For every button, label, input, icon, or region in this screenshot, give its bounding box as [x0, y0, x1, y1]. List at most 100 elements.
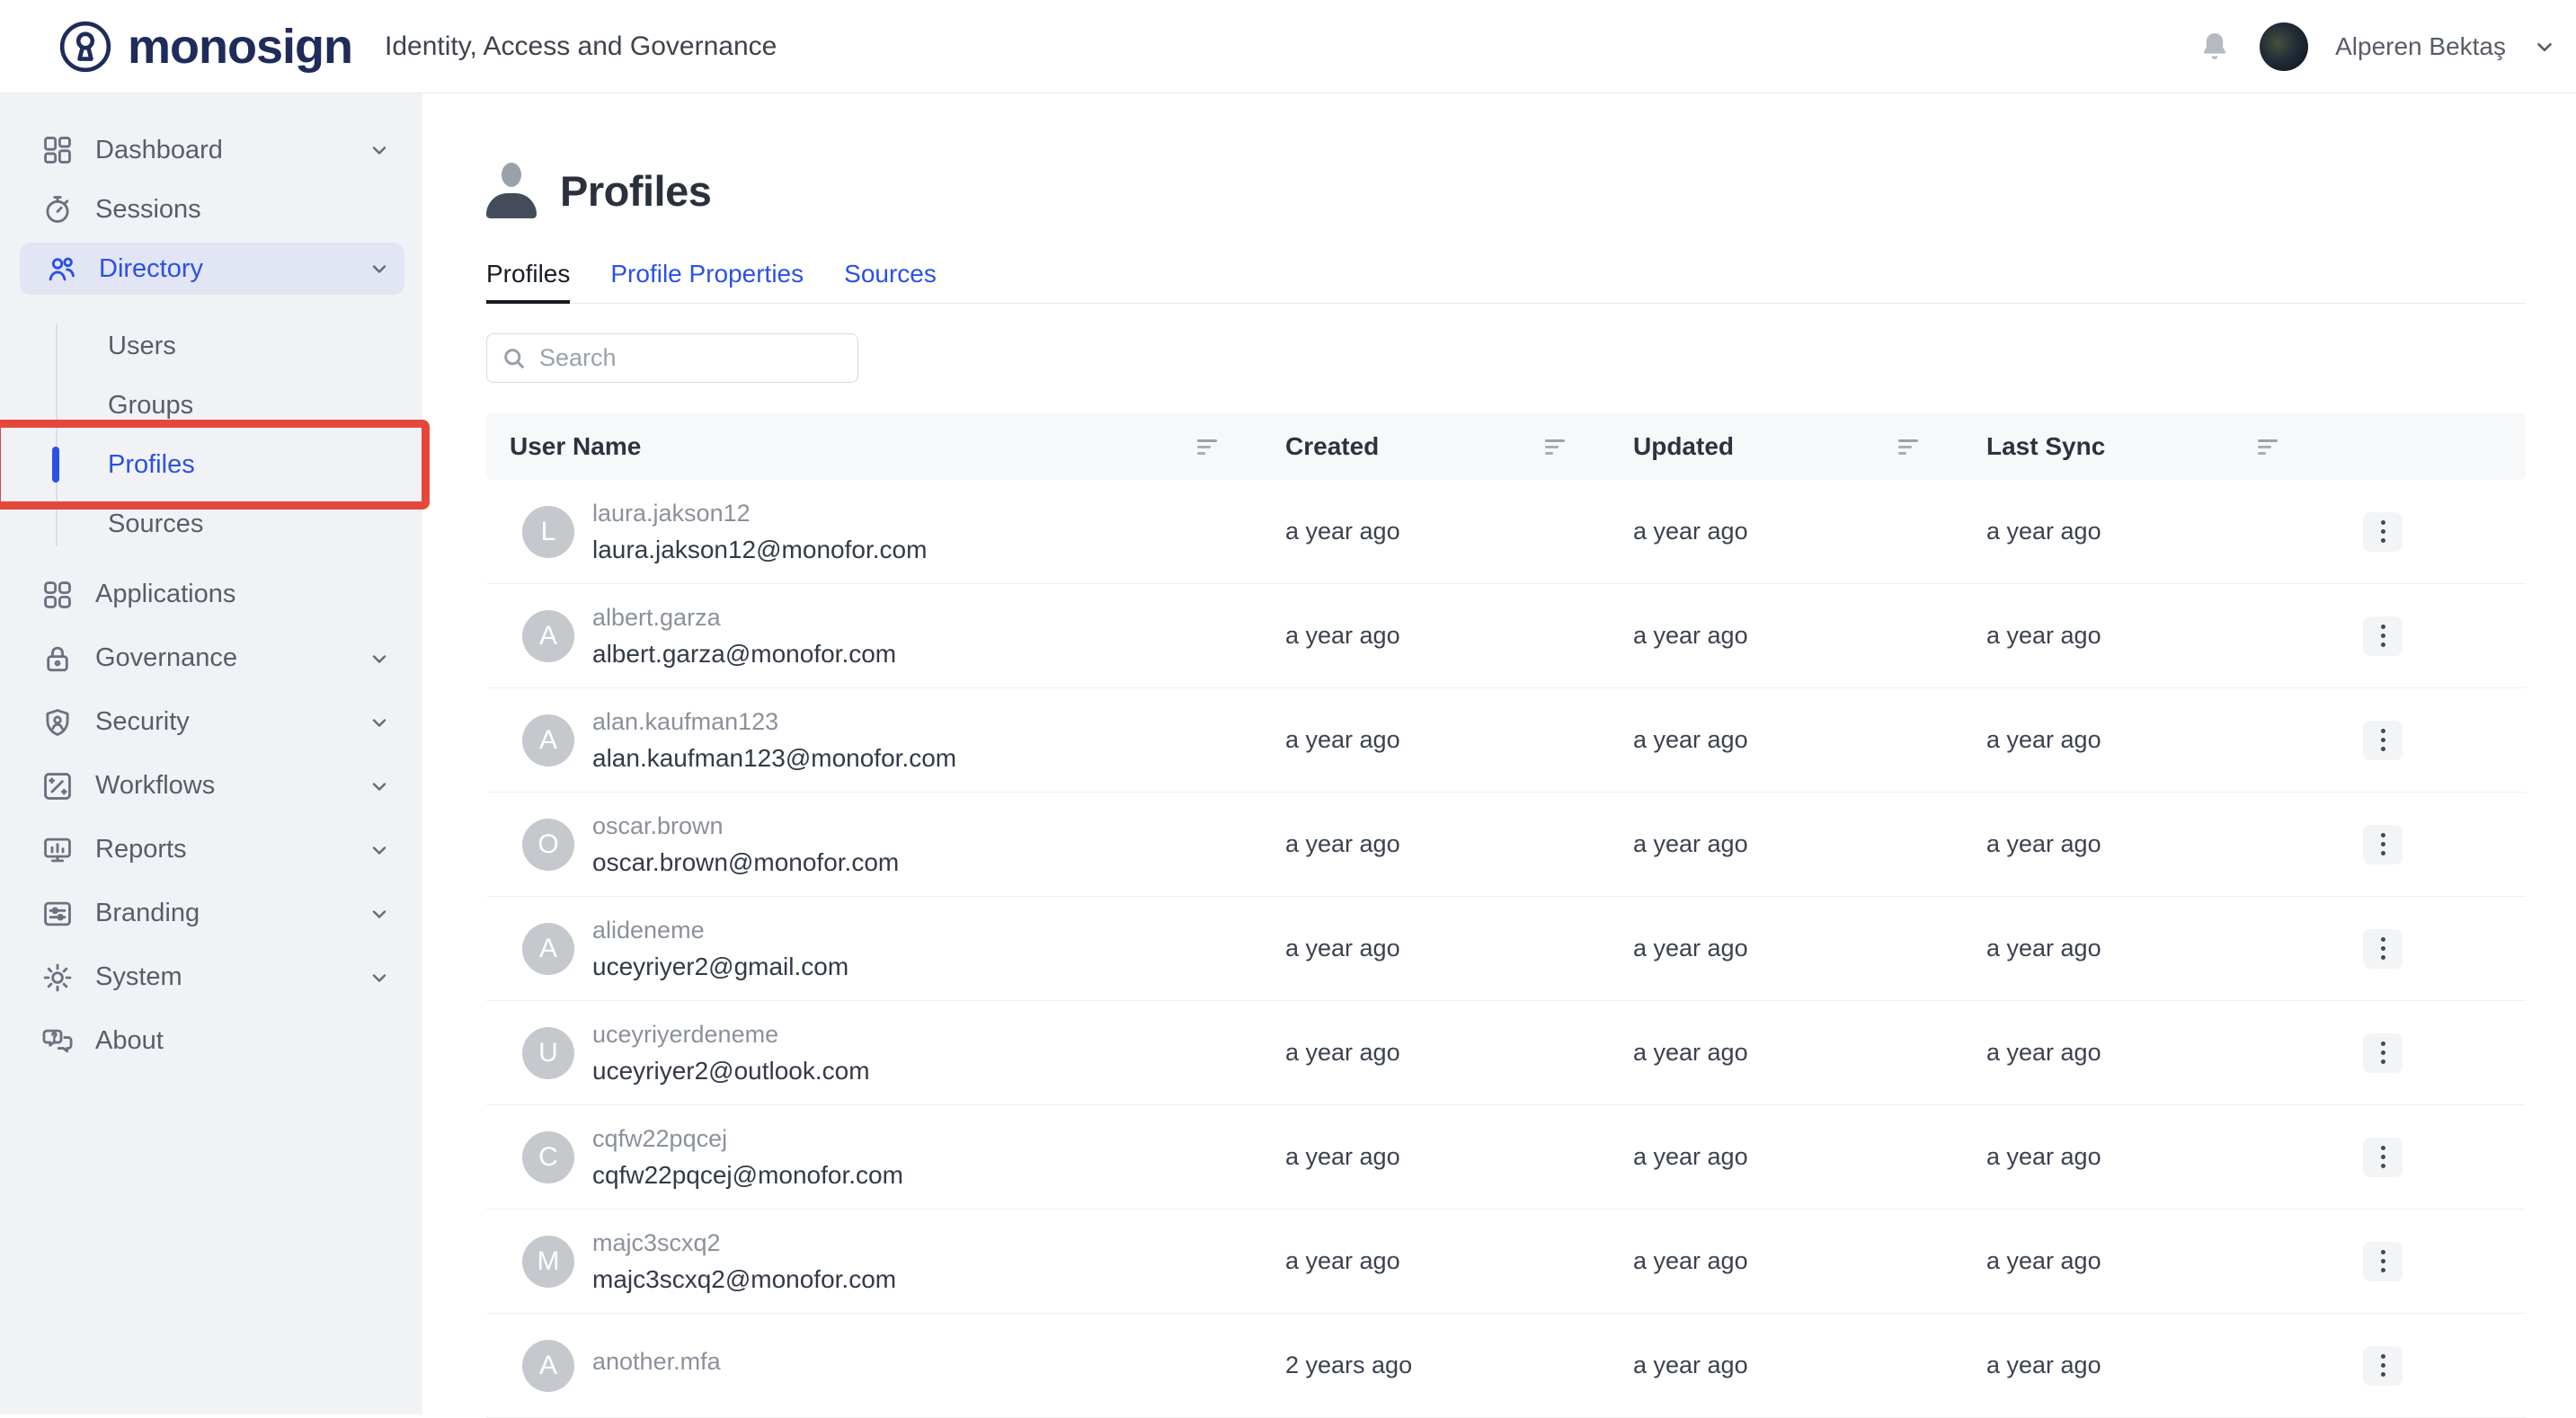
chevron-down-icon [369, 903, 390, 925]
sidebar-item-applications[interactable]: Applications [0, 563, 422, 626]
avatar: A [522, 610, 574, 662]
last-sync-cell: a year ago [1963, 1352, 2323, 1379]
kebab-menu-icon[interactable] [2363, 1138, 2403, 1177]
brand: monosign Identity, Access and Governance [58, 19, 777, 75]
kebab-menu-icon[interactable] [2363, 721, 2403, 760]
last-sync-cell: a year ago [1963, 1143, 2323, 1171]
kebab-menu-icon[interactable] [2363, 512, 2403, 552]
avatar: A [522, 714, 574, 767]
dashboard-icon [40, 132, 76, 168]
created-cell: a year ago [1262, 1143, 1610, 1171]
avatar: M [522, 1236, 574, 1288]
profiles-person-icon [486, 163, 537, 218]
updated-cell: a year ago [1610, 1352, 1963, 1379]
shield-user-icon [40, 705, 76, 740]
sidebar: DashboardSessionsDirectory Users GroupsPro… [0, 93, 422, 1414]
page-title-row: Profiles [486, 162, 2526, 219]
page-title: Profiles [560, 166, 711, 216]
brand-name: monosign [128, 22, 352, 71]
chevron-down-icon [369, 648, 390, 669]
sidebar-item-system[interactable]: System [0, 945, 422, 1009]
search-icon [502, 346, 527, 371]
user-cell: Aalbert.garza albert.garza@monofor.com [486, 604, 1262, 669]
avatar: C [522, 1131, 574, 1183]
sidebar-subitem-sources[interactable]: Sources [0, 494, 422, 554]
chevron-down-icon[interactable] [2533, 35, 2556, 58]
sidebar-item-label: About [95, 1026, 390, 1056]
kebab-menu-icon[interactable] [2363, 1242, 2403, 1281]
sidebar-item-dashboard[interactable]: Dashboard [0, 120, 422, 180]
kebab-menu-icon[interactable] [2363, 616, 2403, 656]
magic-wand-icon [40, 768, 76, 804]
table-row: Llaura.jakson12laura.jakson12@monofor.co… [486, 480, 2526, 584]
sidebar-item-label: System [95, 962, 369, 992]
sidebar-subitem-profiles[interactable]: Profiles [0, 435, 422, 494]
avatar: U [522, 1027, 574, 1079]
sidebar-item-about[interactable]: About [0, 1009, 422, 1073]
sidebar-item-branding[interactable]: Branding [0, 882, 422, 945]
table-row: Ccqfw22pqcejcqfw22pqcej@monofor.coma yea… [486, 1105, 2526, 1210]
sidebar-item-sessions[interactable]: Sessions [0, 180, 422, 239]
sort-icon[interactable] [1197, 439, 1219, 455]
sort-icon[interactable] [1898, 439, 1920, 455]
table-body: Llaura.jakson12laura.jakson12@monofor.co… [486, 480, 2526, 1418]
last-sync-cell: a year ago [1963, 518, 2323, 545]
brand-tagline: Identity, Access and Governance [385, 31, 777, 62]
last-sync-cell: a year ago [1963, 622, 2323, 650]
last-sync-cell: a year ago [1963, 935, 2323, 962]
sidebar-item-directory[interactable]: Directory [20, 243, 404, 295]
sidebar-item-label: Branding [95, 899, 369, 928]
search-input[interactable] [537, 343, 843, 373]
sidebar-subitem-users[interactable]: Users [0, 316, 422, 376]
email: oscar.brown@monofor.com [592, 848, 899, 877]
email: uceyriyer2@gmail.com [592, 953, 848, 981]
user-avatar[interactable] [2260, 22, 2308, 71]
avatar: A [522, 1340, 574, 1392]
sidebar-subitem-groups[interactable]: Groups [0, 376, 422, 435]
column-updated: Updated [1610, 432, 1963, 461]
sidebar-item-security[interactable]: Security [0, 690, 422, 754]
user-name: Alperen Bektaş [2335, 32, 2506, 61]
sidebar-item-governance[interactable]: Governance [0, 626, 422, 690]
sidebar-item-label: Security [95, 707, 369, 737]
tab-profiles[interactable]: Profiles [486, 259, 570, 304]
applications-icon [40, 577, 76, 613]
email: albert.garza@monofor.com [592, 640, 896, 669]
updated-cell: a year ago [1610, 622, 1963, 650]
updated-cell: a year ago [1610, 1143, 1963, 1171]
table-row: Ooscar.brownoscar.brown@monofor.coma yea… [486, 793, 2526, 897]
kebab-menu-icon[interactable] [2363, 1346, 2403, 1386]
tab-profile-properties[interactable]: Profile Properties [610, 259, 804, 304]
kebab-menu-icon[interactable] [2363, 1033, 2403, 1073]
monitor-chart-icon [40, 832, 76, 868]
sidebar-item-label: Applications [95, 580, 390, 609]
sidebar-subitem-label: Sources [108, 510, 203, 539]
tab-sources[interactable]: Sources [844, 259, 937, 304]
updated-cell: a year ago [1610, 518, 1963, 545]
sidebar-item-reports[interactable]: Reports [0, 818, 422, 882]
actions-cell [2323, 512, 2526, 552]
sidebar-item-workflows[interactable]: Workflows [0, 754, 422, 818]
actions-cell [2323, 721, 2526, 760]
table-row: Aalan.kaufman123alan.kaufman123@monofor.… [486, 688, 2526, 793]
created-cell: a year ago [1262, 1039, 1610, 1067]
username: albert.garza [592, 604, 896, 632]
directory-users-icon [43, 251, 79, 287]
sidebar-subitem-label: Users [108, 332, 176, 361]
table-header: User Name Created Updated Last Sync [486, 413, 2526, 480]
user-cell: Aanother.mfa [486, 1340, 1262, 1392]
actions-cell [2323, 929, 2526, 969]
bell-icon[interactable] [2197, 29, 2233, 65]
table-row: Aanother.mfa2 years agoa year agoa year … [486, 1314, 2526, 1418]
username: uceyriyerdeneme [592, 1021, 870, 1049]
actions-cell [2323, 616, 2526, 656]
kebab-menu-icon[interactable] [2363, 929, 2403, 969]
actions-cell [2323, 1138, 2526, 1177]
avatar: L [522, 506, 574, 558]
chevron-down-icon [369, 967, 390, 988]
created-cell: 2 years ago [1262, 1352, 1610, 1379]
sort-icon[interactable] [1545, 439, 1567, 455]
kebab-menu-icon[interactable] [2363, 825, 2403, 864]
created-cell: a year ago [1262, 1247, 1610, 1275]
sort-icon[interactable] [2258, 439, 2279, 455]
